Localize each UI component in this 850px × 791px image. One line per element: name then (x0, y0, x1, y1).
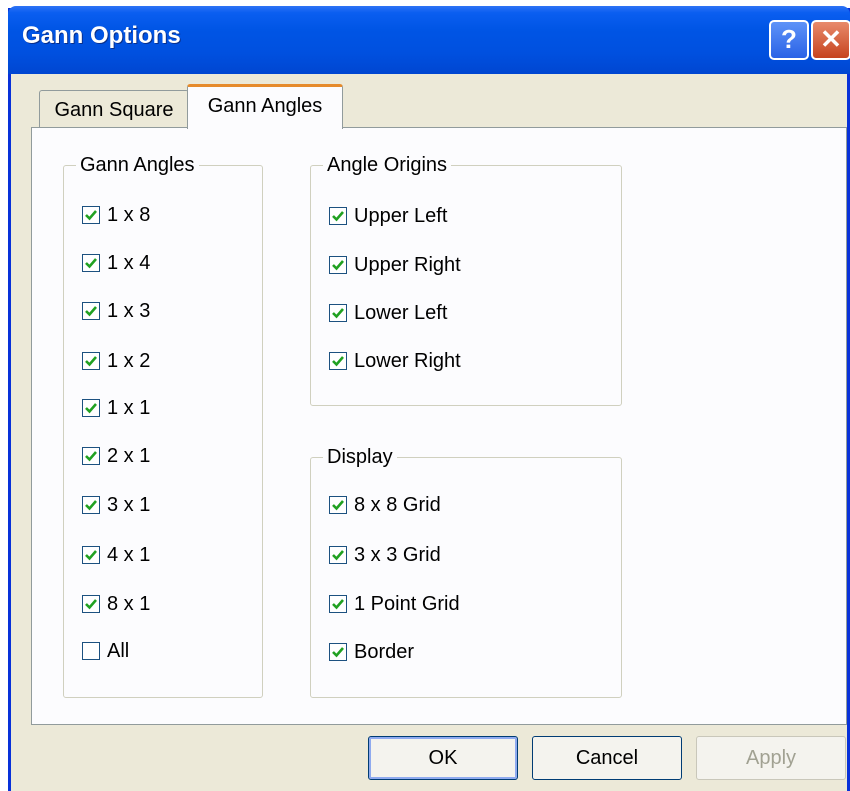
ok-button[interactable]: OK (368, 736, 518, 780)
checkbox-1x4[interactable]: 1 x 4 (82, 250, 150, 276)
checkbox-label: 2 x 1 (107, 445, 151, 467)
checkbox-box[interactable] (82, 496, 100, 514)
checkbox-box[interactable] (82, 399, 100, 417)
angle-origins-group-title: Angle Origins (323, 153, 452, 177)
checkbox-label: All (107, 640, 130, 662)
checkbox-1x2[interactable]: 1 x 2 (82, 348, 150, 374)
close-icon: ✕ (820, 24, 842, 54)
checkbox-box[interactable] (82, 206, 100, 224)
checkbox-label: Lower Right (354, 350, 461, 372)
checkbox-label: 3 x 3 Grid (354, 544, 441, 566)
checkbox-box[interactable] (82, 546, 100, 564)
gann-angles-group-title: Gann Angles (76, 153, 199, 177)
help-icon: ? (781, 24, 797, 54)
checkbox-label: 1 x 8 (107, 204, 151, 226)
checkbox-8x1[interactable]: 8 x 1 (82, 591, 150, 617)
checkbox-box[interactable] (82, 642, 100, 660)
checkbox-box[interactable] (329, 496, 347, 514)
apply-button: Apply (696, 736, 846, 780)
gann-angles-group: Gann Angles 1 x 8 1 x 4 1 x 3 1 x 2 1 x … (63, 153, 263, 698)
checkbox-box[interactable] (329, 207, 347, 225)
checkbox-label: Upper Right (354, 254, 461, 276)
tab-gann-square[interactable]: Gann Square (39, 90, 189, 128)
gann-options-dialog: Gann Options ? ✕ Gann Square Gann Angles… (8, 6, 850, 791)
checkbox-label: 1 x 2 (107, 350, 151, 372)
checkbox-label: 1 x 3 (107, 300, 151, 322)
checkbox-label: 8 x 8 Grid (354, 494, 441, 516)
checkbox-box[interactable] (329, 595, 347, 613)
close-button[interactable]: ✕ (811, 20, 850, 60)
checkbox-1x8[interactable]: 1 x 8 (82, 202, 150, 228)
checkbox-label: 8 x 1 (107, 593, 151, 615)
help-button[interactable]: ? (769, 20, 809, 60)
checkbox-box[interactable] (329, 304, 347, 322)
checkbox-upper-right[interactable]: Upper Right (329, 252, 461, 278)
checkbox-8x8-grid[interactable]: 8 x 8 Grid (329, 492, 441, 518)
window-title: Gann Options (22, 22, 181, 49)
checkbox-1x3[interactable]: 1 x 3 (82, 298, 150, 324)
checkbox-label: Upper Left (354, 205, 448, 227)
tab-gann-angles[interactable]: Gann Angles (187, 84, 343, 129)
checkbox-border[interactable]: Border (329, 639, 414, 665)
checkbox-4x1[interactable]: 4 x 1 (82, 542, 150, 568)
checkbox-box[interactable] (82, 447, 100, 465)
checkbox-box[interactable] (82, 302, 100, 320)
title-bar[interactable]: Gann Options ? ✕ (8, 6, 850, 74)
checkbox-label: 3 x 1 (107, 494, 151, 516)
checkbox-box[interactable] (82, 352, 100, 370)
checkbox-1-point-grid[interactable]: 1 Point Grid (329, 591, 460, 617)
checkbox-box[interactable] (329, 256, 347, 274)
checkbox-box[interactable] (329, 546, 347, 564)
checkbox-1x1[interactable]: 1 x 1 (82, 395, 150, 421)
checkbox-box[interactable] (82, 254, 100, 272)
checkbox-lower-right[interactable]: Lower Right (329, 348, 461, 374)
checkbox-3x3-grid[interactable]: 3 x 3 Grid (329, 542, 441, 568)
checkbox-lower-left[interactable]: Lower Left (329, 300, 447, 326)
display-group: Display 8 x 8 Grid 3 x 3 Grid 1 Point Gr… (310, 445, 622, 698)
checkbox-all[interactable]: All (82, 638, 129, 664)
checkbox-label: Lower Left (354, 302, 448, 324)
checkbox-3x1[interactable]: 3 x 1 (82, 492, 150, 518)
checkbox-box[interactable] (329, 352, 347, 370)
checkbox-label: 1 x 1 (107, 397, 151, 419)
checkbox-label: Border (354, 641, 415, 663)
checkbox-2x1[interactable]: 2 x 1 (82, 443, 150, 469)
checkbox-label: 4 x 1 (107, 544, 151, 566)
checkbox-box[interactable] (329, 643, 347, 661)
checkbox-label: 1 x 4 (107, 252, 151, 274)
display-group-title: Display (323, 445, 397, 469)
checkbox-upper-left[interactable]: Upper Left (329, 203, 447, 229)
angle-origins-group: Angle Origins Upper Left Upper Right Low… (310, 153, 622, 406)
checkbox-box[interactable] (82, 595, 100, 613)
tab-panel-gann-angles: Gann Angles 1 x 8 1 x 4 1 x 3 1 x 2 1 x … (31, 127, 847, 725)
checkbox-label: 1 Point Grid (354, 593, 460, 615)
cancel-button[interactable]: Cancel (532, 736, 682, 780)
